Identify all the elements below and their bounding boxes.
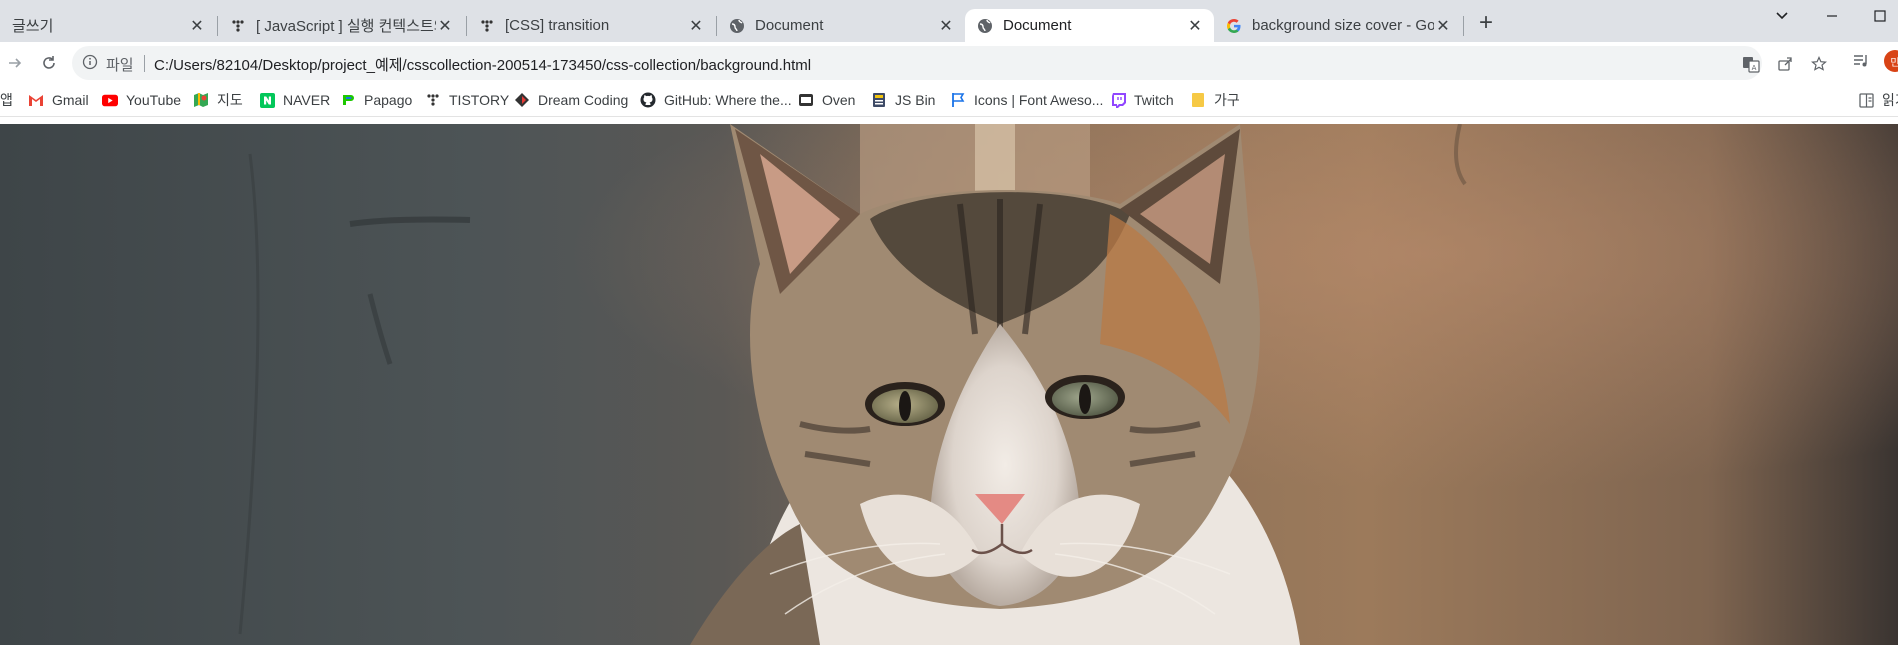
tab-2[interactable]: [ JavaScript ] 실행 컨텍스트와 스 ✕ (218, 9, 464, 42)
url-text[interactable]: C:/Users/82104/Desktop/project_예제/csscol… (154, 54, 811, 75)
bookmark-folder-furniture[interactable]: 가구 (1190, 90, 1240, 110)
page-content (0, 124, 1898, 645)
bookmark-youtube[interactable]: YouTube (102, 90, 181, 110)
arrow-right-icon (9, 58, 22, 68)
maximize-button[interactable] (1860, 4, 1898, 28)
tab-3[interactable]: [CSS] transition ✕ (467, 9, 715, 42)
papago-icon (340, 92, 356, 108)
jsbin-icon (871, 92, 887, 108)
dream-coding-icon (514, 92, 530, 108)
translate-icon[interactable]: A (1740, 53, 1762, 75)
bookmark-label: YouTube (126, 92, 182, 108)
reading-list-label: 읽기 (1882, 92, 1898, 108)
bookmark-label: GitHub: Where the... (664, 92, 792, 108)
tab-title: Document (755, 17, 824, 34)
tab-title: Document (1003, 17, 1072, 34)
close-icon[interactable]: ✕ (436, 17, 454, 35)
bookmark-dream-coding[interactable]: Dream Coding (514, 90, 628, 110)
bookmark-naver[interactable]: NAVER (259, 90, 330, 110)
close-icon[interactable]: ✕ (1434, 17, 1452, 35)
bookmark-oven[interactable]: Oven (798, 90, 855, 110)
scheme-label: 파일 (106, 57, 134, 74)
tistory-icon (479, 18, 495, 34)
tab-divider (1463, 16, 1464, 36)
oven-icon (798, 92, 814, 108)
tab-title: [ JavaScript ] 실행 컨텍스트와 스 (256, 18, 436, 35)
bookmark-label: Twitch (1134, 92, 1174, 108)
close-icon[interactable]: ✕ (188, 17, 206, 35)
tab-title: [CSS] transition (505, 17, 610, 34)
bookmark-label: Papago (364, 92, 413, 108)
tab-4[interactable]: Document ✕ (717, 9, 965, 42)
bookmark-font-awesome[interactable]: Icons | Font Aweso... (950, 90, 1103, 110)
google-icon (1226, 18, 1242, 34)
tab-6[interactable]: background size cover - Google ✕ (1214, 9, 1462, 42)
bookmark-label: TISTORY (449, 92, 510, 108)
tab-title: background size cover - Google (1252, 17, 1434, 34)
tab-1[interactable]: 글쓰기 ✕ (0, 9, 216, 42)
folder-icon (1190, 92, 1206, 108)
bookmark-label: 앱 (0, 92, 13, 108)
cat-background-image (0, 124, 1898, 645)
minimize-button[interactable] (1812, 4, 1852, 28)
tistory-icon (425, 92, 441, 108)
bookmark-apps[interactable]: 앱 (0, 90, 13, 110)
youtube-icon (102, 92, 118, 108)
reading-list-icon (1858, 92, 1874, 108)
gmail-icon (28, 92, 44, 108)
bookmark-maps[interactable]: 지도 (193, 90, 243, 110)
globe-icon (977, 18, 993, 34)
globe-icon (729, 18, 745, 34)
bookmarks-bar: 앱 Gmail YouTube 지도 NAVER Papago TISTORY … (0, 84, 1898, 117)
bookmark-label: Dream Coding (538, 92, 629, 108)
tab-title: 글쓰기 (12, 18, 54, 35)
minimize-icon (1827, 15, 1837, 17)
bookmark-label: JS Bin (895, 92, 936, 108)
bookmark-label: Oven (822, 92, 856, 108)
font-awesome-icon (950, 92, 966, 108)
address-divider (144, 55, 145, 72)
bookmark-twitch[interactable]: Twitch (1110, 90, 1174, 110)
media-control-icon[interactable] (1850, 50, 1872, 72)
new-tab-button[interactable]: + (1474, 11, 1498, 36)
bookmark-label: Gmail (52, 92, 89, 108)
github-icon (640, 92, 656, 108)
close-icon[interactable]: ✕ (1186, 17, 1204, 35)
share-icon[interactable] (1774, 53, 1796, 75)
bookmark-label: Icons | Font Aweso... (974, 92, 1104, 108)
browser-toolbar: 파일 C:/Users/82104/Desktop/project_예제/css… (0, 42, 1898, 84)
bookmark-label: 지도 (217, 92, 243, 108)
bookmark-jsbin[interactable]: JS Bin (871, 90, 935, 110)
tab-search-button[interactable] (1762, 4, 1802, 28)
close-icon[interactable]: ✕ (687, 17, 705, 35)
bookmark-label: 가구 (1214, 92, 1240, 108)
maximize-icon (1874, 10, 1886, 22)
bookmark-gmail[interactable]: Gmail (28, 90, 89, 110)
close-icon[interactable]: ✕ (937, 17, 955, 35)
bookmark-github[interactable]: GitHub: Where the... (640, 90, 792, 110)
bookmark-tistory[interactable]: TISTORY (425, 90, 509, 110)
naver-icon (259, 92, 275, 108)
reload-icon (43, 56, 55, 69)
reading-list-button[interactable]: 읽기 (1858, 90, 1898, 110)
bookmark-label: NAVER (283, 92, 331, 108)
maps-icon (193, 92, 209, 108)
tistory-icon (230, 18, 246, 34)
reload-button[interactable] (36, 50, 62, 76)
address-bar[interactable]: 파일 C:/Users/82104/Desktop/project_예제/css… (72, 46, 1827, 80)
tab-5-active[interactable]: Document ✕ (965, 9, 1214, 42)
star-icon[interactable] (1808, 53, 1830, 75)
forward-button[interactable] (2, 50, 28, 76)
chevron-down-icon (1776, 12, 1788, 20)
page-bottom-margin (0, 645, 1898, 655)
bookmark-papago[interactable]: Papago (340, 90, 412, 110)
info-icon[interactable] (82, 54, 98, 75)
twitch-icon (1110, 92, 1126, 108)
svg-text:A: A (1752, 64, 1757, 72)
tab-strip: 글쓰기 ✕ [ JavaScript ] 실행 컨텍스트와 스 ✕ [CSS] … (0, 0, 1898, 42)
